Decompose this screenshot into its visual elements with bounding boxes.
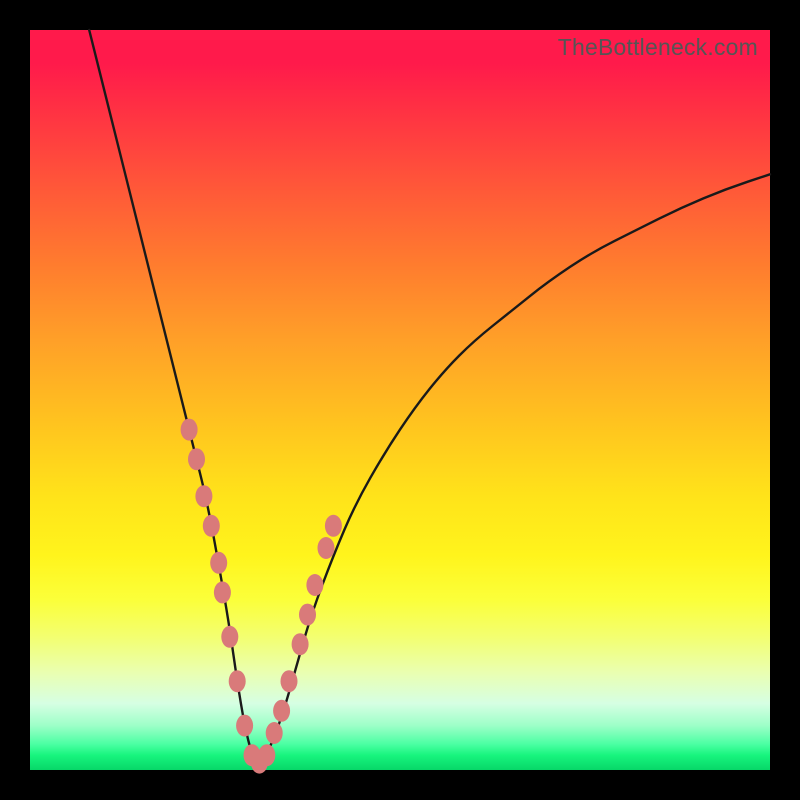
highlight-marker — [221, 626, 238, 648]
highlight-marker — [318, 537, 335, 559]
highlight-marker — [203, 515, 220, 537]
bottleneck-curve — [89, 30, 770, 761]
highlight-marker — [258, 744, 275, 766]
highlight-marker — [195, 485, 212, 507]
highlight-marker — [210, 552, 227, 574]
chart-frame: TheBottleneck.com — [0, 0, 800, 800]
highlight-marker — [292, 633, 309, 655]
highlight-marker — [306, 574, 323, 596]
highlight-marker — [188, 448, 205, 470]
highlight-marker — [236, 715, 253, 737]
highlight-marker — [325, 515, 342, 537]
highlight-marker — [214, 581, 231, 603]
highlight-marker — [266, 722, 283, 744]
chart-svg — [30, 30, 770, 770]
highlight-marker — [229, 670, 246, 692]
plot-area: TheBottleneck.com — [30, 30, 770, 770]
highlight-marker — [273, 700, 290, 722]
highlight-marker — [181, 419, 198, 441]
highlight-marker — [299, 604, 316, 626]
highlight-marker — [281, 670, 298, 692]
